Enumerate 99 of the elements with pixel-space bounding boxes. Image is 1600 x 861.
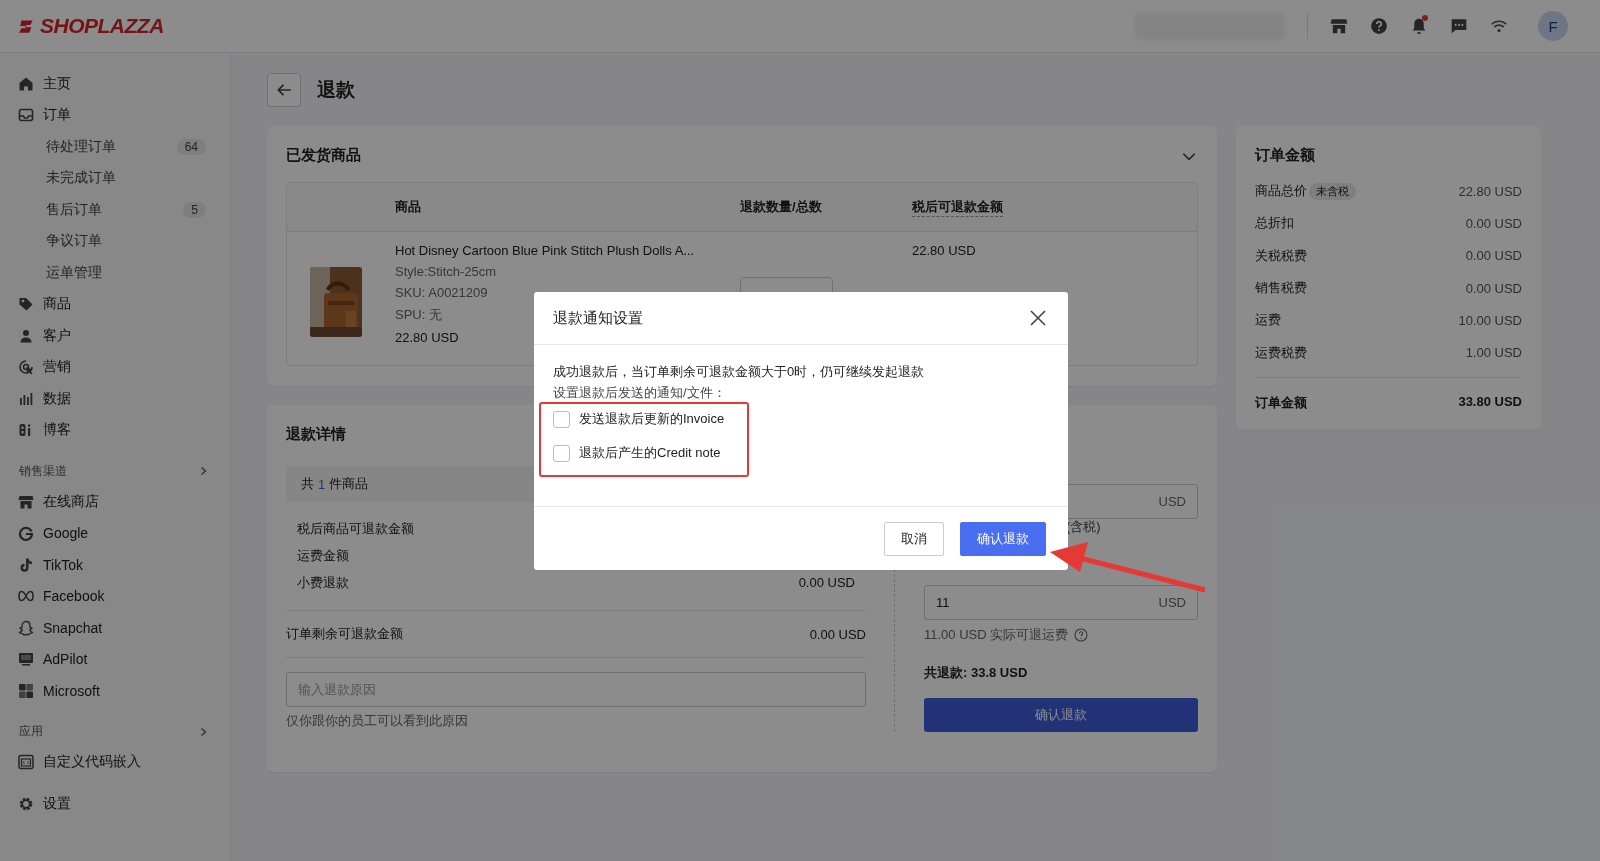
checkbox[interactable] bbox=[553, 444, 570, 462]
monitor-icon bbox=[18, 651, 34, 668]
count-badge: 5 bbox=[183, 201, 206, 218]
options-label: 设置退款后发送的通知/文件： bbox=[553, 384, 727, 402]
amount-label: 订单剩余可退款金额 bbox=[286, 625, 403, 643]
card-title: 已发货商品 bbox=[286, 146, 361, 165]
wifi-icon bbox=[1490, 17, 1508, 35]
amount-value: 0.00 USD bbox=[809, 626, 866, 642]
amount-label: 运费金额 bbox=[297, 546, 349, 565]
sidebar-item[interactable]: 订单 bbox=[0, 99, 230, 131]
help-icon[interactable] bbox=[1370, 17, 1388, 35]
sidebar-item[interactable]: Google bbox=[0, 517, 230, 549]
sidebar-item[interactable]: 数据 bbox=[0, 383, 230, 415]
amount-value: 22.80 USD bbox=[1458, 183, 1522, 199]
home-icon bbox=[18, 75, 34, 92]
sidebar-item[interactable]: Snapchat bbox=[0, 612, 230, 644]
sidebar-item[interactable]: 博客 bbox=[0, 414, 230, 446]
reason-hint: 仅你跟你的员工可以看到此原因 bbox=[286, 712, 469, 730]
shipping-refund-field[interactable]: 11 USD bbox=[924, 585, 1198, 620]
total-label: 订单金额 bbox=[1255, 393, 1307, 412]
section-heading: 应用 bbox=[19, 723, 43, 740]
total-value: 33.80 USD bbox=[1458, 393, 1522, 411]
sidebar-subitem[interactable]: 待处理订单 bbox=[46, 137, 116, 156]
product-spu: SPU: 无 bbox=[395, 306, 442, 324]
bar-chart-icon bbox=[18, 390, 34, 407]
column-header: 税后可退款金额 bbox=[912, 197, 1003, 217]
section-heading: 销售渠道 bbox=[19, 462, 67, 480]
sidebar-subitem[interactable]: 运单管理 bbox=[46, 263, 102, 282]
checkbox-label[interactable]: 退款后产生的Credit note bbox=[579, 444, 721, 462]
amount-value: 1.00 USD bbox=[1465, 345, 1522, 361]
sidebar-item[interactable]: 商品 bbox=[0, 288, 230, 320]
shipping-hint: 11.00 USD 实际可退运费 bbox=[924, 626, 1069, 644]
amount-value: 0.00 USD bbox=[1465, 215, 1522, 231]
ghost-icon bbox=[18, 619, 34, 636]
chat-icon[interactable] bbox=[1450, 17, 1468, 35]
column-header: 商品 bbox=[395, 198, 422, 216]
sidebar-item[interactable]: Microsoft bbox=[0, 675, 230, 707]
amount-label: 运费税费 bbox=[1255, 343, 1307, 362]
store-icon[interactable] bbox=[1330, 17, 1348, 35]
brand-name: SHOPLAZZA bbox=[40, 14, 164, 38]
sidebar-item[interactable]: 营销 bbox=[0, 351, 230, 383]
bell-icon[interactable] bbox=[1410, 17, 1428, 35]
confirm-refund-button[interactable]: 确认退款 bbox=[960, 521, 1046, 556]
settings-icon bbox=[18, 795, 34, 812]
refund-total: 共退款: 33.8 USD bbox=[924, 664, 1029, 682]
amount-value: 10.00 USD bbox=[1458, 312, 1522, 328]
product-style: Style:Stitch-25cm bbox=[395, 264, 497, 279]
sidebar-item[interactable]: 在线商店 bbox=[0, 486, 230, 518]
tax-tag: 未含税 bbox=[1309, 182, 1356, 200]
confirm-refund-button[interactable]: 确认退款 bbox=[924, 698, 1198, 732]
inbox-icon bbox=[18, 107, 34, 124]
sidebar-subitem[interactable]: 争议订单 bbox=[46, 232, 102, 251]
sidebar-item[interactable]: AdPilot bbox=[0, 643, 230, 675]
checkbox-label[interactable]: 发送退款后更新的Invoice bbox=[579, 410, 725, 428]
g-icon bbox=[18, 525, 34, 542]
person-icon bbox=[18, 327, 34, 344]
refund-amount: 22.80 USD bbox=[912, 243, 976, 258]
amount-label: 小费退款 bbox=[297, 573, 349, 592]
cursor-target-icon bbox=[18, 359, 34, 376]
four-squares-icon bbox=[18, 682, 34, 699]
store-icon bbox=[18, 493, 34, 510]
page-title: 退款 bbox=[317, 78, 355, 102]
product-price: 22.80 USD bbox=[395, 330, 459, 345]
amount-label: 销售税费 bbox=[1255, 279, 1307, 298]
product-name[interactable]: Hot Disney Cartoon Blue Pink Stitch Plush Dolls A... bbox=[395, 243, 695, 258]
count-badge: 64 bbox=[176, 138, 206, 155]
checkbox[interactable] bbox=[553, 410, 570, 428]
back-button[interactable] bbox=[267, 73, 301, 107]
sidebar-item[interactable]: 设置 bbox=[0, 788, 230, 820]
sidebar-item[interactable]: 自定义代码嵌入 bbox=[0, 746, 230, 778]
sidebar-item[interactable]: TikTok bbox=[0, 549, 230, 581]
sidebar-subitem[interactable]: 售后订单 bbox=[46, 200, 102, 219]
cancel-button[interactable]: 取消 bbox=[884, 521, 944, 556]
sidebar-item[interactable]: 主页 bbox=[0, 68, 230, 100]
code-window-icon bbox=[18, 754, 34, 771]
amount-value: 0.00 USD bbox=[798, 575, 855, 590]
sidebar-item[interactable]: 客户 bbox=[0, 320, 230, 352]
dialog-title: 退款通知设置 bbox=[553, 308, 643, 328]
help-icon[interactable] bbox=[1074, 628, 1089, 642]
tag-icon bbox=[18, 296, 34, 313]
user-avatar[interactable]: F bbox=[1538, 11, 1568, 41]
card-title: 订单金额 bbox=[1255, 146, 1315, 165]
amount-label: 关税税费 bbox=[1255, 246, 1307, 265]
sidebar-item[interactable]: Facebook bbox=[0, 580, 230, 612]
chevron-right-icon[interactable] bbox=[198, 466, 208, 476]
sidebar-subitem[interactable]: 未完成订单 bbox=[46, 169, 116, 188]
amount-value: 0.00 USD bbox=[1465, 248, 1522, 264]
music-note-icon bbox=[18, 556, 34, 573]
amount-value: 0.00 USD bbox=[1465, 280, 1522, 296]
column-header: 退款数量/总数 bbox=[740, 198, 823, 216]
amount-label: 税后商品可退款金额 bbox=[297, 519, 414, 538]
logo-icon bbox=[18, 17, 36, 35]
dialog-description: 成功退款后，当订单剩余可退款金额大于0时，仍可继续发起退款 bbox=[553, 363, 926, 381]
amount-label: 总折扣 bbox=[1255, 214, 1294, 233]
amount-label: 商品总价 bbox=[1255, 182, 1307, 201]
amount-label: 运费 bbox=[1255, 311, 1281, 330]
card-title: 退款详情 bbox=[286, 425, 346, 444]
chevron-right-icon[interactable] bbox=[198, 726, 208, 737]
product-sku: SKU: A0021209 bbox=[395, 285, 488, 300]
